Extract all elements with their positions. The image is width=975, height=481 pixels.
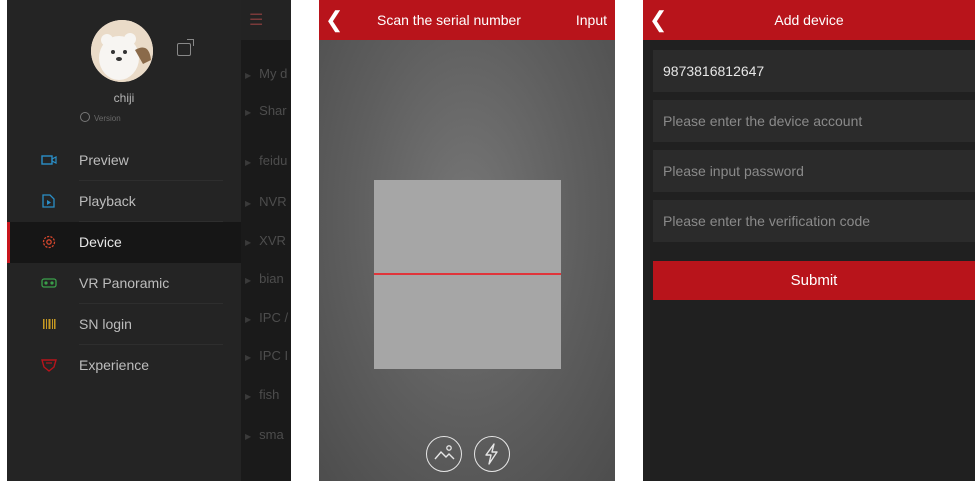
playback-icon [42, 194, 55, 208]
scan-screen: ❮ Scan the serial number Input [319, 0, 615, 481]
background-header: ☰ [241, 0, 291, 40]
page-title: Add device [774, 12, 844, 28]
side-menu: Preview Playback Device VR Panoramic SN … [7, 140, 241, 386]
scan-frame [374, 180, 561, 369]
version-text: Version [94, 114, 121, 123]
barcode-icon [43, 319, 56, 329]
image-icon [434, 445, 455, 460]
menu-label: Playback [79, 193, 136, 209]
list-item-label: IPC / [259, 310, 289, 325]
list-item-label: Shar [259, 103, 287, 118]
list-item-label: XVR [259, 233, 286, 248]
scan-header: ❮ Scan the serial number Input [319, 0, 615, 40]
menu-label: Preview [79, 152, 129, 168]
password-field[interactable] [653, 150, 975, 192]
triangle-icon: ▶ [245, 315, 252, 324]
side-menu-screen: chiji Version Preview Playback Device VR… [7, 0, 291, 481]
side-drawer: chiji Version Preview Playback Device VR… [7, 0, 241, 481]
list-item[interactable]: ▶ My d [245, 66, 287, 81]
experience-icon [41, 359, 57, 372]
triangle-icon: ▶ [245, 392, 252, 401]
triangle-icon: ▶ [245, 276, 252, 285]
background-device-list: ☰ ▶ My d ▶ Shar ▶ feidu ▶ NVR ▶ XVR ▶ bian ▶ IP… [241, 0, 291, 481]
list-item[interactable]: ▶ IPC / [245, 310, 288, 325]
back-icon[interactable]: ❮ [325, 7, 343, 33]
menu-item-preview[interactable]: Preview [7, 140, 241, 181]
flashlight-button[interactable] [474, 436, 510, 472]
menu-item-playback[interactable]: Playback [7, 181, 241, 222]
list-item-label: feidu [259, 153, 288, 168]
serial-number-field[interactable] [653, 50, 975, 92]
triangle-icon: ▶ [245, 238, 252, 247]
list-item-label: IPC I [259, 348, 289, 363]
menu-label: VR Panoramic [79, 275, 170, 291]
password-input[interactable] [653, 150, 975, 192]
lightning-icon [485, 443, 498, 465]
list-item[interactable]: ▶ XVR [245, 233, 286, 248]
version-label[interactable]: Version [80, 112, 121, 123]
list-item-label: NVR [259, 194, 287, 209]
device-account-input[interactable] [653, 100, 975, 142]
triangle-icon: ▶ [245, 353, 252, 362]
list-item[interactable]: ▶ Shar [245, 103, 287, 118]
device-account-field[interactable] [653, 100, 975, 142]
list-item[interactable]: ▶ feidu [245, 153, 287, 168]
list-item[interactable]: ▶ bian [245, 271, 284, 286]
menu-item-experience[interactable]: Experience [7, 345, 241, 386]
triangle-icon: ▶ [245, 71, 252, 80]
version-icon [80, 112, 90, 122]
page-title: Scan the serial number [377, 12, 521, 28]
avatar[interactable] [91, 20, 153, 82]
gallery-button[interactable] [426, 436, 462, 472]
submit-button[interactable]: Submit [653, 261, 975, 300]
device-gear-icon [42, 235, 56, 249]
menu-label: Device [79, 234, 122, 250]
list-item-label: sma [259, 427, 284, 442]
list-item[interactable]: ▶ IPC I [245, 348, 288, 363]
list-item[interactable]: ▶ NVR [245, 194, 287, 209]
verification-code-field[interactable] [653, 200, 975, 242]
hamburger-icon[interactable]: ☰ [249, 10, 263, 30]
list-item-label: fish [259, 387, 280, 402]
scan-line [374, 273, 561, 275]
triangle-icon: ▶ [245, 199, 252, 208]
share-icon[interactable] [177, 39, 194, 56]
username: chiji [113, 91, 135, 105]
menu-label: Experience [79, 357, 150, 373]
menu-item-sn-login[interactable]: SN login [7, 304, 241, 345]
verification-code-input[interactable] [653, 200, 975, 242]
triangle-icon: ▶ [245, 432, 252, 441]
add-device-header: ❮ Add device [643, 0, 975, 40]
menu-item-device[interactable]: Device [7, 222, 241, 263]
triangle-icon: ▶ [245, 108, 252, 117]
serial-number-input[interactable] [653, 50, 975, 92]
triangle-icon: ▶ [245, 158, 252, 167]
menu-item-vr-panoramic[interactable]: VR Panoramic [7, 263, 241, 304]
list-item-label: bian [259, 271, 284, 286]
list-item-label: My d [259, 66, 288, 81]
vr-icon [41, 278, 57, 288]
list-item[interactable]: ▶ fish [245, 387, 279, 402]
camera-view [319, 40, 615, 481]
camera-icon [41, 155, 57, 165]
list-item[interactable]: ▶ sma [245, 427, 284, 442]
add-device-screen: ❮ Add device Submit [643, 0, 975, 481]
input-button[interactable]: Input [576, 12, 607, 28]
menu-label: SN login [79, 316, 132, 332]
